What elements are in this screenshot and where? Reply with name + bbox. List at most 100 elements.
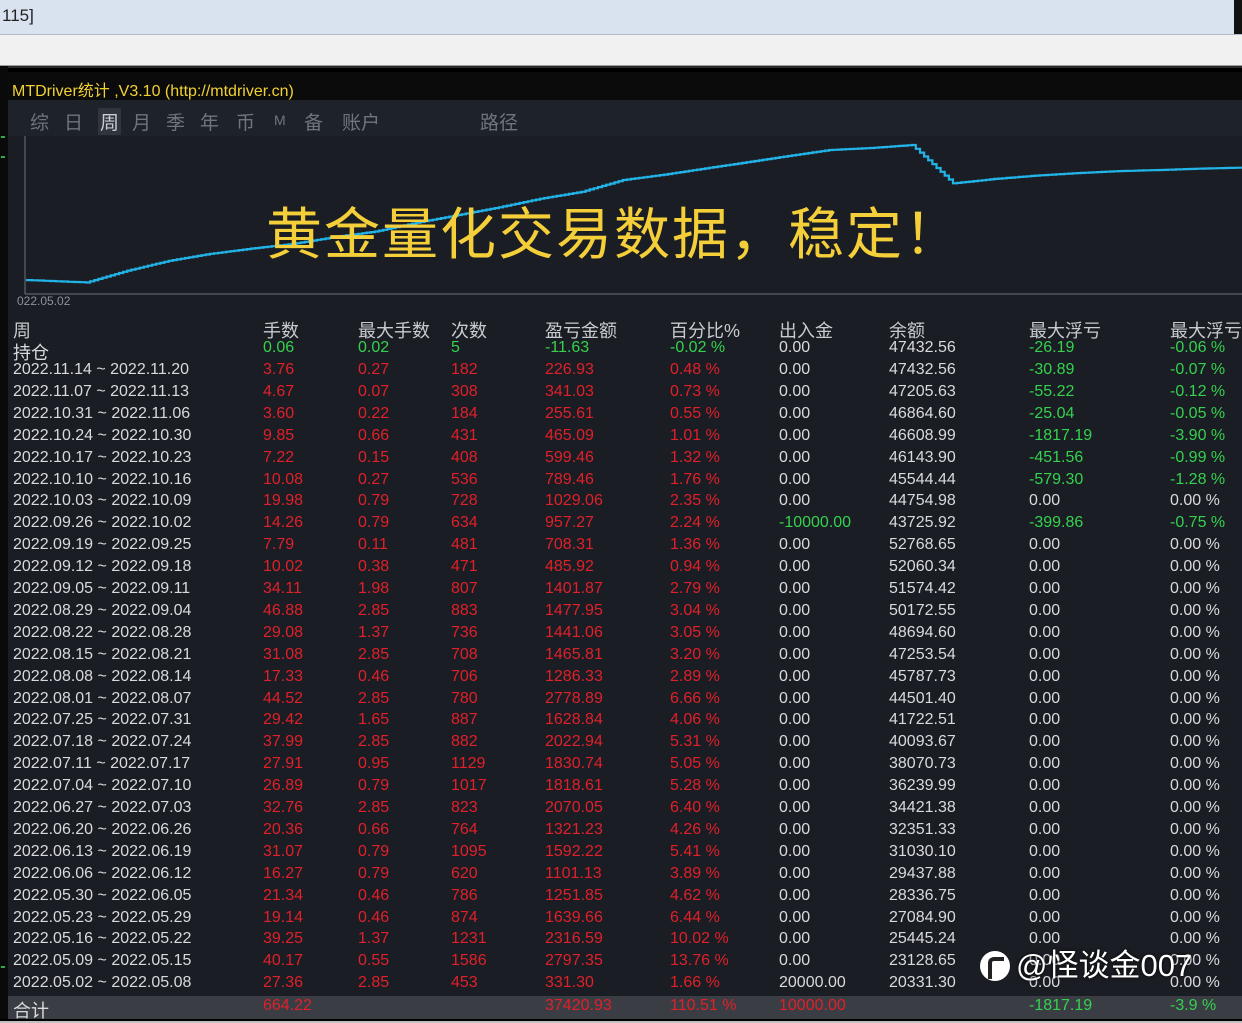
table-row[interactable]: 2022.10.24 ~ 2022.10.30 9.85 0.66 431 465.09… <box>8 427 1242 449</box>
table-row[interactable]: 2022.07.04 ~ 2022.07.10 26.89 0.79 1017 1818… <box>8 777 1242 799</box>
cell-col-9: 0.00 % <box>1170 492 1220 510</box>
cell-col-7: 47432.56 <box>889 339 956 356</box>
cell-col-5: 0.94 % <box>670 558 720 576</box>
cell-col-4: 37420.93 <box>545 997 612 1014</box>
table-row[interactable]: 2022.10.10 ~ 2022.10.16 10.08 0.27 536 789.4… <box>8 471 1242 493</box>
cell-col-0: 2022.05.02 ~ 2022.05.08 <box>13 974 192 992</box>
cell-col-8: 0.00 <box>1029 645 1061 663</box>
cell-col-8: 0.00 <box>1029 777 1061 795</box>
cell-col-4: 341.03 <box>545 382 594 400</box>
table-row[interactable]: 2022.10.31 ~ 2022.11.06 3.60 0.22 184 255.61… <box>8 405 1242 427</box>
table-row[interactable]: 2022.06.13 ~ 2022.06.19 31.07 0.79 1095 1592… <box>8 843 1242 865</box>
table-row[interactable]: 2022.09.05 ~ 2022.09.11 34.11 1.98 807 1401.… <box>8 580 1242 602</box>
cell-col-5: 10.02 % <box>670 930 729 948</box>
table-row[interactable]: 2022.05.23 ~ 2022.05.29 19.14 0.46 874 1639.… <box>8 909 1242 931</box>
cell-col-8: -399.86 <box>1029 514 1084 532</box>
table-row[interactable]: 2022.07.11 ~ 2022.07.17 27.91 0.95 1129 1830… <box>8 755 1242 777</box>
table-row[interactable]: 2022.05.30 ~ 2022.06.05 21.34 0.46 786 1251.… <box>8 887 1242 909</box>
table-row[interactable]: 2022.10.17 ~ 2022.10.23 7.22 0.15 408 599.46… <box>8 449 1242 471</box>
table-row[interactable]: 2022.08.08 ~ 2022.08.14 17.33 0.46 706 1286.… <box>8 668 1242 690</box>
chart-start-label: 022.05.02 <box>17 294 71 308</box>
cell-col-7: 27084.90 <box>889 908 956 926</box>
cell-col-6: 20000.00 <box>779 974 846 992</box>
cell-col-0: 2022.05.30 ~ 2022.06.05 <box>13 886 192 904</box>
cell-col-0: 2022.08.22 ~ 2022.08.28 <box>13 623 192 641</box>
top-window-title: 115] <box>2 6 34 25</box>
cell-col-3: 184 <box>451 404 478 422</box>
cell-col-1: 664.22 <box>263 997 312 1014</box>
tab-8[interactable]: 备 <box>304 108 323 135</box>
total-row[interactable]: 合计 664.22 37420.93 110.51 % 10000.00 -1817.19… <box>8 997 1242 1021</box>
cell-col-3: 431 <box>451 426 478 444</box>
table-row[interactable]: 2022.08.22 ~ 2022.08.28 29.08 1.37 736 1441.… <box>8 624 1242 646</box>
cell-col-4: 708.31 <box>545 536 594 554</box>
tab-2[interactable]: 周 <box>98 108 122 135</box>
tab-6[interactable]: 币 <box>236 108 255 135</box>
cell-col-3: 1017 <box>451 777 487 795</box>
cell-col-6: 0.00 <box>779 492 811 510</box>
cell-col-1: 7.22 <box>263 448 295 466</box>
holding-row[interactable]: 持仓 0.06 0.02 5 -11.63 -0.02 % 0.00 47432.56 -26.… <box>8 339 1242 363</box>
table-row[interactable]: 2022.10.03 ~ 2022.10.09 19.98 0.79 728 1029.… <box>8 492 1242 514</box>
tab-3[interactable]: 月 <box>132 108 151 135</box>
cell-col-6: 0.00 <box>779 733 811 751</box>
table-header[interactable]: 周手数 最大手数 次数 盈亏金额 百分比% 出入金 余额 最大浮亏 最大浮亏 <box>8 317 1242 341</box>
cell-col-6: 0.00 <box>779 930 811 948</box>
table-row[interactable]: 2022.11.07 ~ 2022.11.13 4.67 0.07 308 341.03… <box>8 383 1242 405</box>
cell-col-9: -0.99 % <box>1170 448 1226 466</box>
cell-col-2: 0.38 <box>358 558 390 576</box>
cell-col-0: 2022.07.18 ~ 2022.07.24 <box>13 733 192 751</box>
cell-col-7: 41722.51 <box>889 711 956 729</box>
cell-col-5: 4.06 % <box>670 711 720 729</box>
table-row[interactable]: 2022.09.26 ~ 2022.10.02 14.26 0.79 634 957.2… <box>8 514 1242 536</box>
table-row[interactable]: 2022.11.14 ~ 2022.11.20 3.76 0.27 182 226.93… <box>8 361 1242 383</box>
cell-col-9: -3.9 % <box>1170 997 1217 1014</box>
cell-col-2: 0.46 <box>358 667 390 685</box>
cell-col-7: 46608.99 <box>889 426 956 444</box>
tab-9[interactable]: 账户 <box>342 108 380 135</box>
table-row[interactable]: 2022.08.15 ~ 2022.08.21 31.08 2.85 708 1465.… <box>8 646 1242 668</box>
cell-col-3: 1231 <box>451 930 487 948</box>
tab-0[interactable]: 综 <box>30 108 49 135</box>
cell-col-1: 17.33 <box>263 667 304 685</box>
cell-col-5: 110.51 % <box>670 997 737 1014</box>
cell-col-4: 465.09 <box>545 426 594 444</box>
cell-col-0: 2022.08.15 ~ 2022.08.21 <box>13 645 192 663</box>
cell-col-4: 1639.66 <box>545 908 603 926</box>
table-row[interactable]: 2022.08.01 ~ 2022.08.07 44.52 2.85 780 2778.… <box>8 690 1242 712</box>
cell-col-0: 2022.10.24 ~ 2022.10.30 <box>13 426 192 444</box>
tab-10[interactable]: 路径 <box>480 108 518 135</box>
table-row[interactable]: 2022.09.19 ~ 2022.09.25 7.79 0.11 481 708.31… <box>8 536 1242 558</box>
cell-col-1: 44.52 <box>263 689 304 707</box>
table-row[interactable]: 2022.06.27 ~ 2022.07.03 32.76 2.85 823 2070.… <box>8 799 1242 821</box>
cell-col-0: 2022.09.19 ~ 2022.09.25 <box>13 536 192 554</box>
cell-col-2: 0.11 <box>358 536 388 554</box>
table-row[interactable]: 2022.07.18 ~ 2022.07.24 37.99 2.85 882 2022.… <box>8 733 1242 755</box>
cell-col-3: 874 <box>451 908 478 926</box>
table-row[interactable]: 2022.08.29 ~ 2022.09.04 46.88 2.85 883 1477.… <box>8 602 1242 624</box>
cell-col-7: 40093.67 <box>889 733 956 751</box>
cell-col-9: 0.00 % <box>1170 580 1220 597</box>
left-price-strip <box>0 66 8 1019</box>
table-row[interactable]: 2022.06.20 ~ 2022.06.26 20.36 0.66 764 1321.… <box>8 821 1242 843</box>
cell-col-5: 6.44 % <box>670 908 720 926</box>
table-row[interactable]: 2022.09.12 ~ 2022.09.18 10.02 0.38 471 485.9… <box>8 558 1242 580</box>
cell-col-8: 0.00 <box>1029 492 1061 510</box>
tab-1[interactable]: 日 <box>64 108 83 135</box>
tab-5[interactable]: 年 <box>200 108 219 135</box>
cell-col-5: 5.05 % <box>670 755 720 773</box>
cell-col-2: 0.46 <box>358 908 390 926</box>
stats-title: MTDriver统计 ,V3.10 (http://mtdriver.cn) <box>12 83 294 100</box>
cell-col-8: 0.00 <box>1029 580 1061 597</box>
cell-col-9: -1.28 % <box>1170 470 1226 488</box>
cell-col-1: 10.02 <box>263 558 304 576</box>
cell-col-1: 46.88 <box>263 601 304 619</box>
cell-col-8: 0.00 <box>1029 689 1061 707</box>
cell-col-6: 0.00 <box>779 820 811 838</box>
table-row[interactable]: 2022.06.06 ~ 2022.06.12 16.27 0.79 620 1101.… <box>8 865 1242 887</box>
cell-col-0: 2022.05.16 ~ 2022.05.22 <box>13 930 192 948</box>
stats-title-bar[interactable]: MTDriver统计 ,V3.10 (http://mtdriver.cn) <box>8 72 1242 100</box>
tab-7[interactable]: M <box>274 112 286 128</box>
table-row[interactable]: 2022.07.25 ~ 2022.07.31 29.42 1.65 887 1628.… <box>8 711 1242 733</box>
tab-4[interactable]: 季 <box>166 108 185 135</box>
